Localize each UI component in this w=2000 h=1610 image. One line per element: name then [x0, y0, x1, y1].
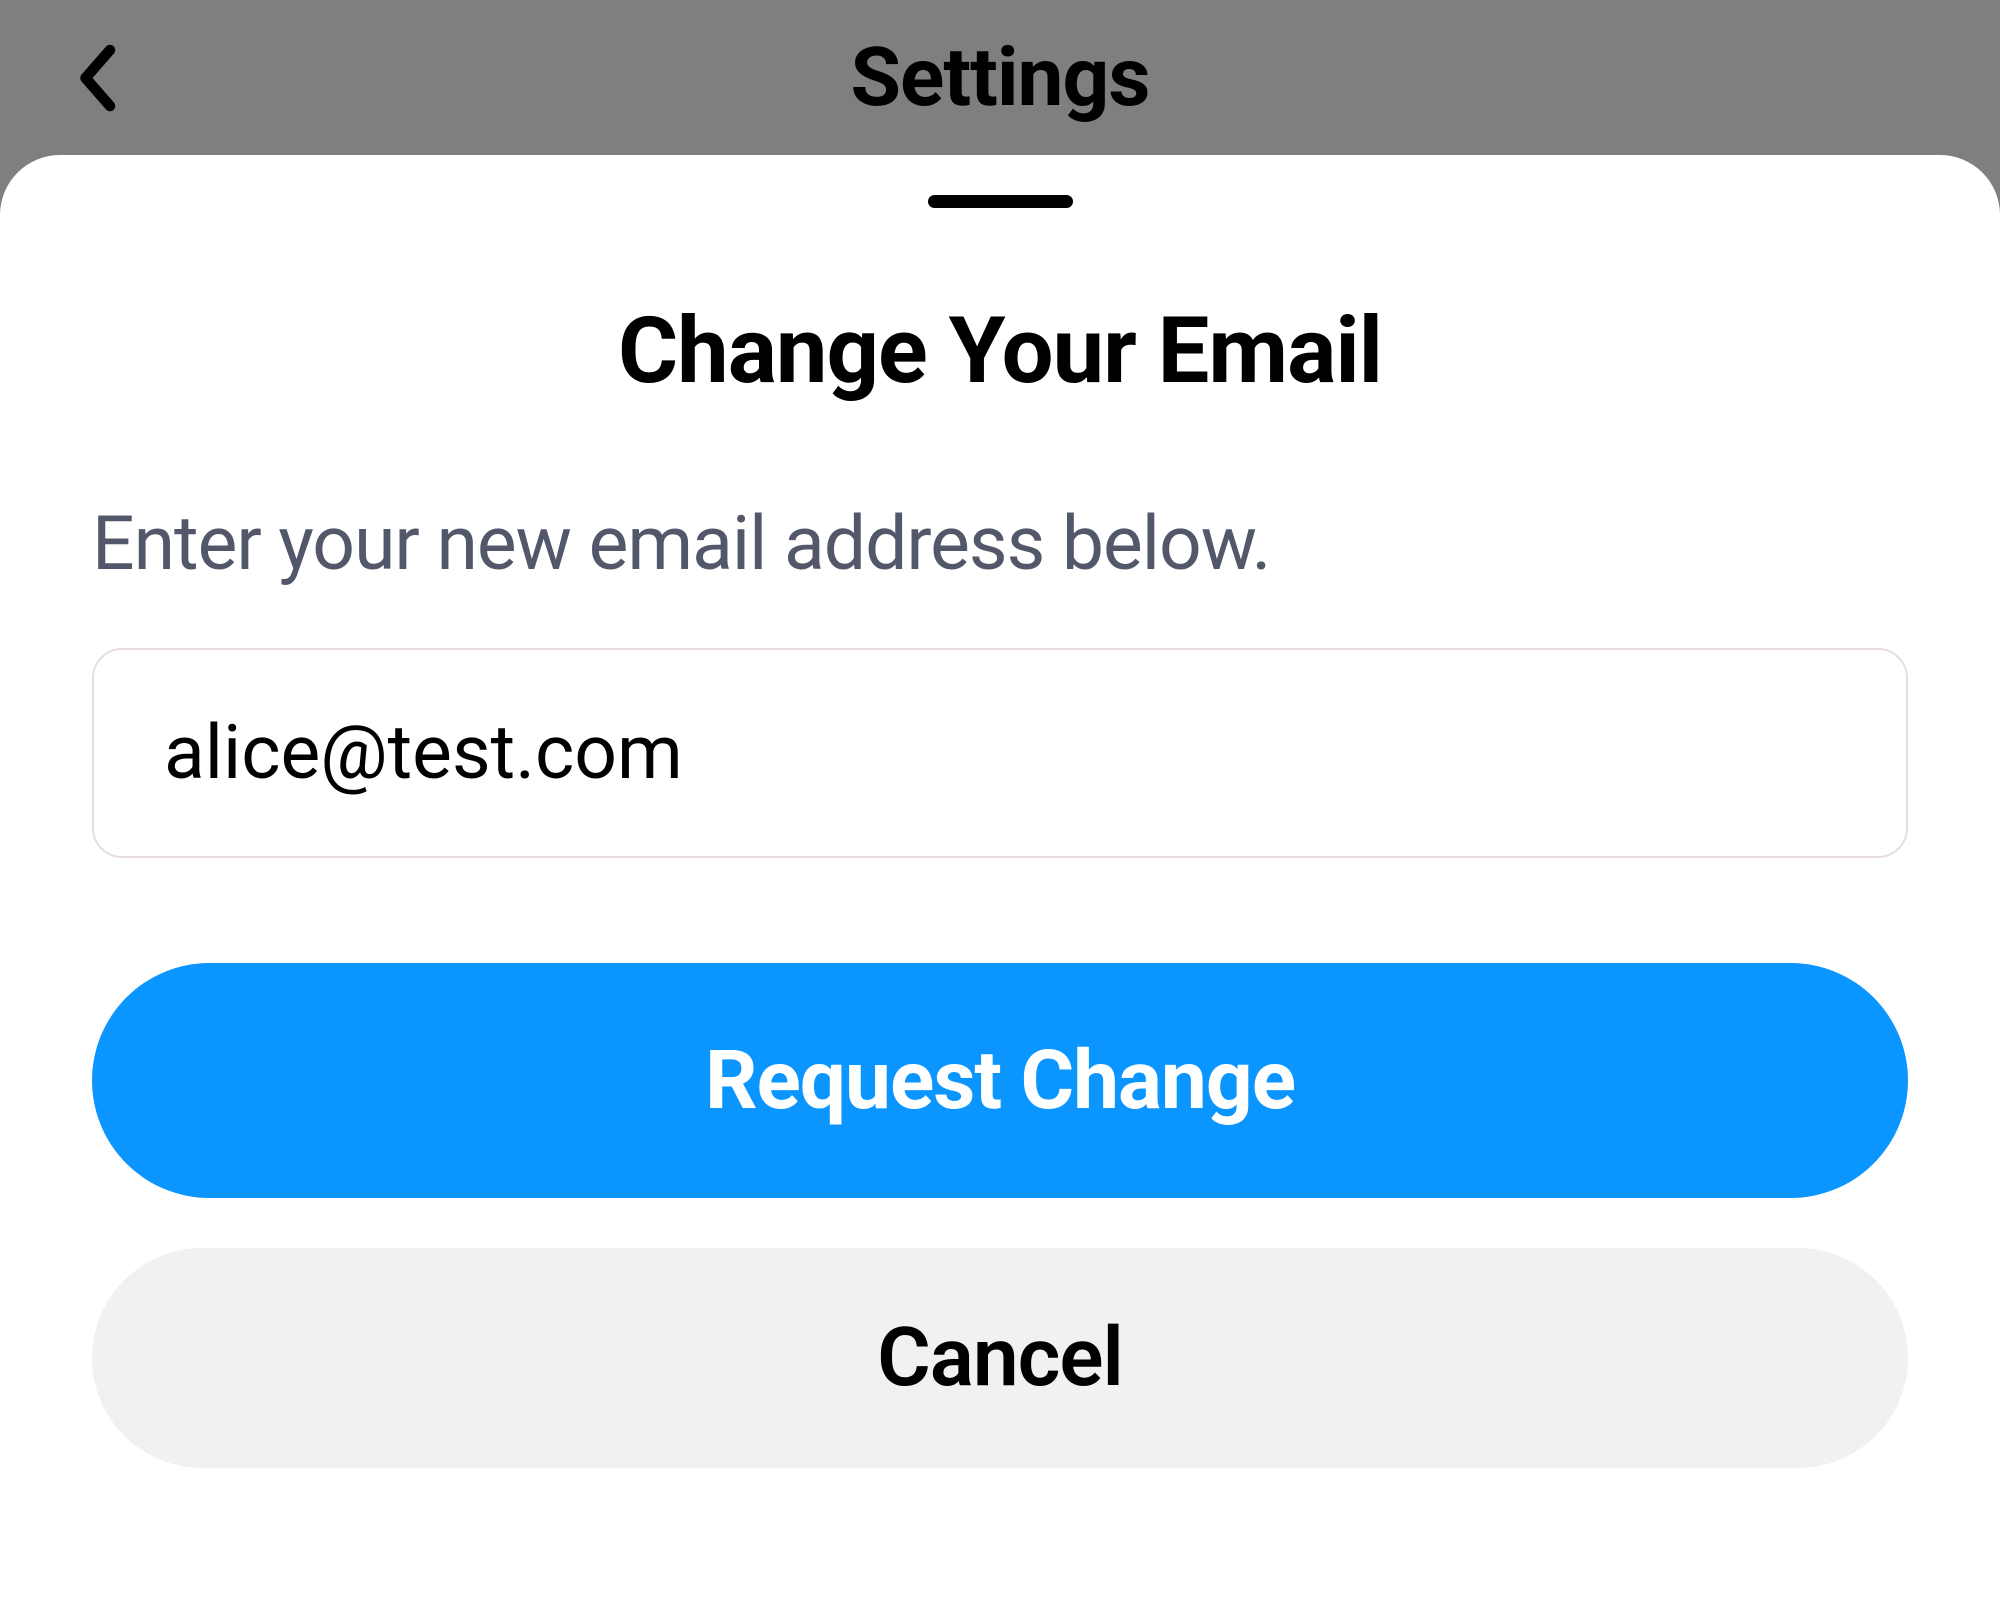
- sheet-title: Change Your Email: [92, 298, 1908, 405]
- cancel-button[interactable]: Cancel: [92, 1248, 1908, 1468]
- sheet-subtitle: Enter your new email address below.: [92, 500, 1908, 588]
- request-change-button[interactable]: Request Change: [92, 963, 1908, 1198]
- email-field[interactable]: [92, 648, 1908, 858]
- change-email-sheet: Change Your Email Enter your new email a…: [0, 155, 2000, 1610]
- sheet-content: Change Your Email Enter your new email a…: [0, 298, 2000, 1468]
- drag-handle[interactable]: [928, 195, 1073, 208]
